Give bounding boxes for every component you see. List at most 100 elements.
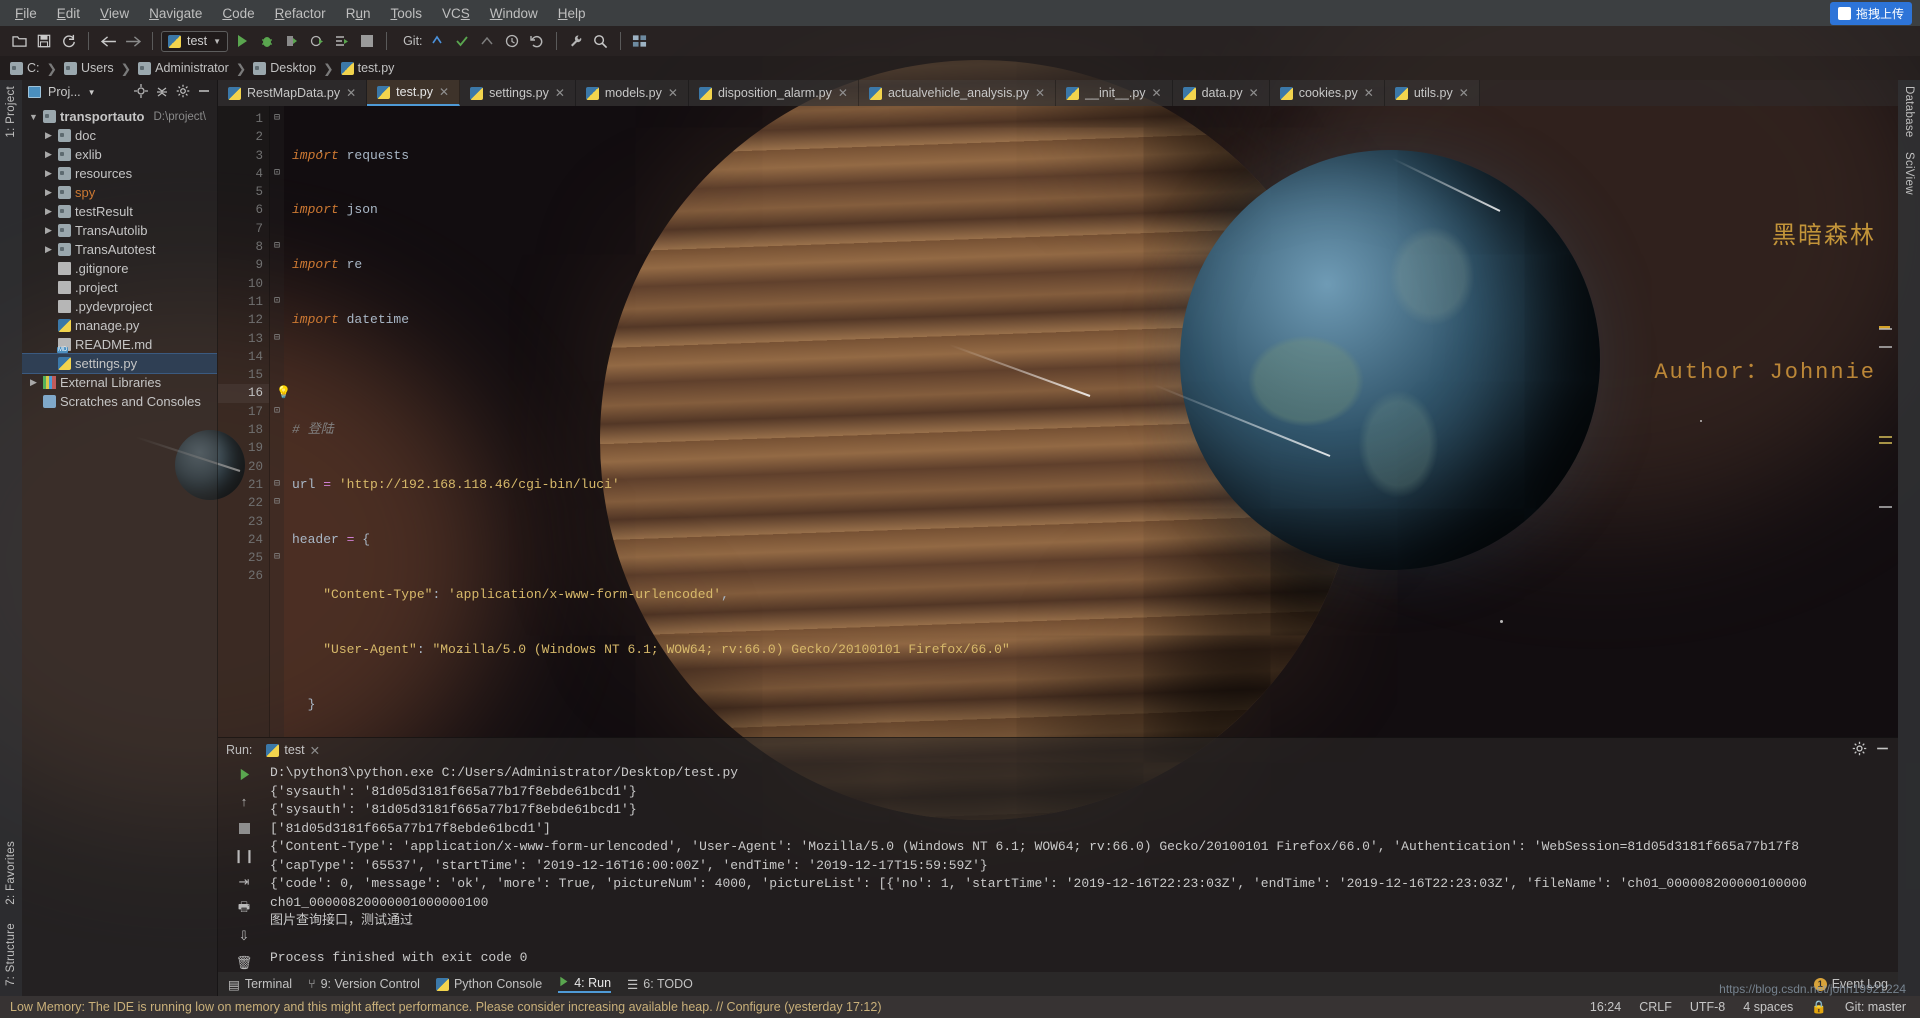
update-project-icon[interactable] <box>426 30 448 52</box>
editor-tab[interactable]: data.py ✕ <box>1172 80 1270 106</box>
chevron-right-icon[interactable]: ▶ <box>28 377 39 388</box>
arrow-left-icon[interactable] <box>97 30 119 52</box>
tree-item[interactable]: settings.py <box>22 353 217 374</box>
menu-item-file[interactable]: File <box>6 3 46 24</box>
tree-item[interactable]: ▶ doc <box>22 126 217 145</box>
editor-tab[interactable]: cookies.py ✕ <box>1269 80 1385 106</box>
tree-item[interactable]: .gitignore <box>22 259 217 278</box>
tree-item[interactable]: .pydevproject <box>22 297 217 316</box>
editor-tab[interactable]: RestMapData.py ✕ <box>218 80 368 106</box>
status-message[interactable]: Low Memory: The IDE is running low on me… <box>10 1000 882 1014</box>
status-indent[interactable]: 4 spaces <box>1743 1000 1793 1014</box>
chevron-right-icon[interactable]: ▶ <box>43 225 54 236</box>
tree-item[interactable]: ▶ TransAutolib <box>22 221 217 240</box>
tree-item[interactable]: ▶ spy <box>22 183 217 202</box>
history-icon[interactable] <box>501 30 523 52</box>
menu-item-run[interactable]: Run <box>337 3 380 24</box>
tree-item[interactable]: .project <box>22 278 217 297</box>
chevron-right-icon[interactable]: ▶ <box>43 187 54 198</box>
project-panel-title[interactable]: Proj... <box>48 85 81 99</box>
menu-item-refactor[interactable]: Refactor <box>266 3 335 24</box>
close-icon[interactable]: ✕ <box>1459 86 1469 100</box>
pause-icon[interactable]: ❙❙ <box>233 847 255 865</box>
hide-icon[interactable] <box>197 84 211 101</box>
tree-item[interactable]: ▼ transportauto D:\project\ <box>22 107 217 126</box>
close-icon[interactable]: ✕ <box>310 743 320 758</box>
menu-item-edit[interactable]: Edit <box>48 3 89 24</box>
run-icon[interactable] <box>231 30 253 52</box>
debug-icon[interactable] <box>256 30 278 52</box>
code-folding-gutter[interactable]: ⊟ ⊡ ⊟ ⊡ ⊟ ⊡ ⊟ ⊟ ⊟ <box>270 106 284 737</box>
menu-item-tools[interactable]: Tools <box>381 3 431 24</box>
rerun-icon[interactable] <box>331 30 353 52</box>
gear-icon[interactable] <box>1852 741 1867 759</box>
folder-open-icon[interactable] <box>8 30 30 52</box>
push-icon[interactable] <box>476 30 498 52</box>
breadcrumb-item-users[interactable]: Users <box>63 61 114 75</box>
tree-item[interactable]: ▶ exlib <box>22 145 217 164</box>
editor-tab[interactable]: utils.py ✕ <box>1384 80 1480 106</box>
editor-tab[interactable]: settings.py ✕ <box>460 80 576 106</box>
lock-icon[interactable]: 🔒 <box>1811 1000 1827 1015</box>
run-tab-test[interactable]: test ✕ <box>260 742 326 759</box>
status-branch[interactable]: Git: master <box>1845 1000 1906 1014</box>
close-icon[interactable]: ✕ <box>1152 86 1162 100</box>
close-icon[interactable]: ✕ <box>1035 86 1045 100</box>
print-icon[interactable]: 🖶 <box>235 899 253 918</box>
close-icon[interactable]: ✕ <box>1249 86 1259 100</box>
chevron-right-icon[interactable]: ▶ <box>43 168 54 179</box>
menu-item-view[interactable]: View <box>91 3 138 24</box>
close-icon[interactable]: ✕ <box>838 86 848 100</box>
minimize-icon[interactable] <box>1875 741 1890 759</box>
run-configuration-selector[interactable]: test ▼ <box>161 30 229 52</box>
close-icon[interactable]: ✕ <box>555 86 565 100</box>
chevron-right-icon[interactable]: ▶ <box>43 130 54 141</box>
sidebar-item-project[interactable]: 1: Project <box>5 86 17 138</box>
breadcrumb-item-c[interactable]: C: <box>10 61 40 75</box>
tool-window-run[interactable]: 4: Run <box>558 976 612 993</box>
menu-item-help[interactable]: Help <box>549 3 595 24</box>
scroll-down-icon[interactable]: ⇩ <box>235 927 253 945</box>
menu-item-navigate[interactable]: Navigate <box>140 3 211 24</box>
sidebar-item-structure[interactable]: 7: Structure <box>5 923 17 986</box>
stop-icon[interactable] <box>356 30 378 52</box>
tree-item[interactable]: Scratches and Consoles <box>22 392 217 411</box>
stop-icon[interactable] <box>235 820 253 838</box>
editor-tab[interactable]: actualvehicle_analysis.py ✕ <box>858 80 1057 106</box>
chevron-right-icon[interactable]: ▶ <box>43 206 54 217</box>
breadcrumb-item-testpy[interactable]: test.py <box>340 61 394 75</box>
layout-icon[interactable] <box>629 30 651 52</box>
wrench-icon[interactable] <box>565 30 587 52</box>
tool-window-version-control[interactable]: ⑂ 9: Version Control <box>308 977 420 991</box>
tree-item[interactable]: ▶ testResult <box>22 202 217 221</box>
breadcrumb-item-desktop[interactable]: Desktop <box>253 61 316 75</box>
close-icon[interactable]: ✕ <box>1364 86 1374 100</box>
arrow-right-icon[interactable] <box>122 30 144 52</box>
run-icon[interactable] <box>235 766 253 784</box>
breadcrumb-item-administrator[interactable]: Administrator <box>138 61 229 75</box>
editor-tab[interactable]: __init__.py ✕ <box>1056 80 1173 106</box>
tree-item[interactable]: ▶ TransAutotest <box>22 240 217 259</box>
refresh-icon[interactable] <box>58 30 80 52</box>
soft-wrap-icon[interactable]: ⇥ <box>235 873 253 891</box>
scroll-up-icon[interactable]: ↑ <box>235 793 253 811</box>
status-encoding[interactable]: UTF-8 <box>1690 1000 1725 1014</box>
editor-tab[interactable]: test.py ✕ <box>367 80 461 106</box>
tool-window-todo[interactable]: ☰ 6: TODO <box>627 977 693 992</box>
run-output[interactable]: D:\python3\python.exe C:/Users/Administr… <box>270 762 1898 972</box>
search-icon[interactable] <box>590 30 612 52</box>
close-icon[interactable]: ✕ <box>439 85 449 99</box>
save-icon[interactable] <box>33 30 55 52</box>
gear-icon[interactable] <box>176 84 190 101</box>
sidebar-item-database[interactable]: Database <box>1903 86 1915 138</box>
code-content[interactable]: import requests import json import re im… <box>284 106 1898 737</box>
upload-badge[interactable]: 拖拽上传 <box>1829 1 1912 25</box>
status-line-separator[interactable]: CRLF <box>1639 1000 1672 1014</box>
profile-icon[interactable] <box>306 30 328 52</box>
sidebar-item-favorites[interactable]: 2: Favorites <box>5 841 17 905</box>
close-icon[interactable]: ✕ <box>668 86 678 100</box>
chevron-right-icon[interactable]: ▶ <box>43 244 54 255</box>
intention-bulb-icon[interactable]: 💡 <box>276 385 291 399</box>
sidebar-item-sciview[interactable]: SciView <box>1903 152 1915 195</box>
close-icon[interactable]: ✕ <box>346 86 356 100</box>
